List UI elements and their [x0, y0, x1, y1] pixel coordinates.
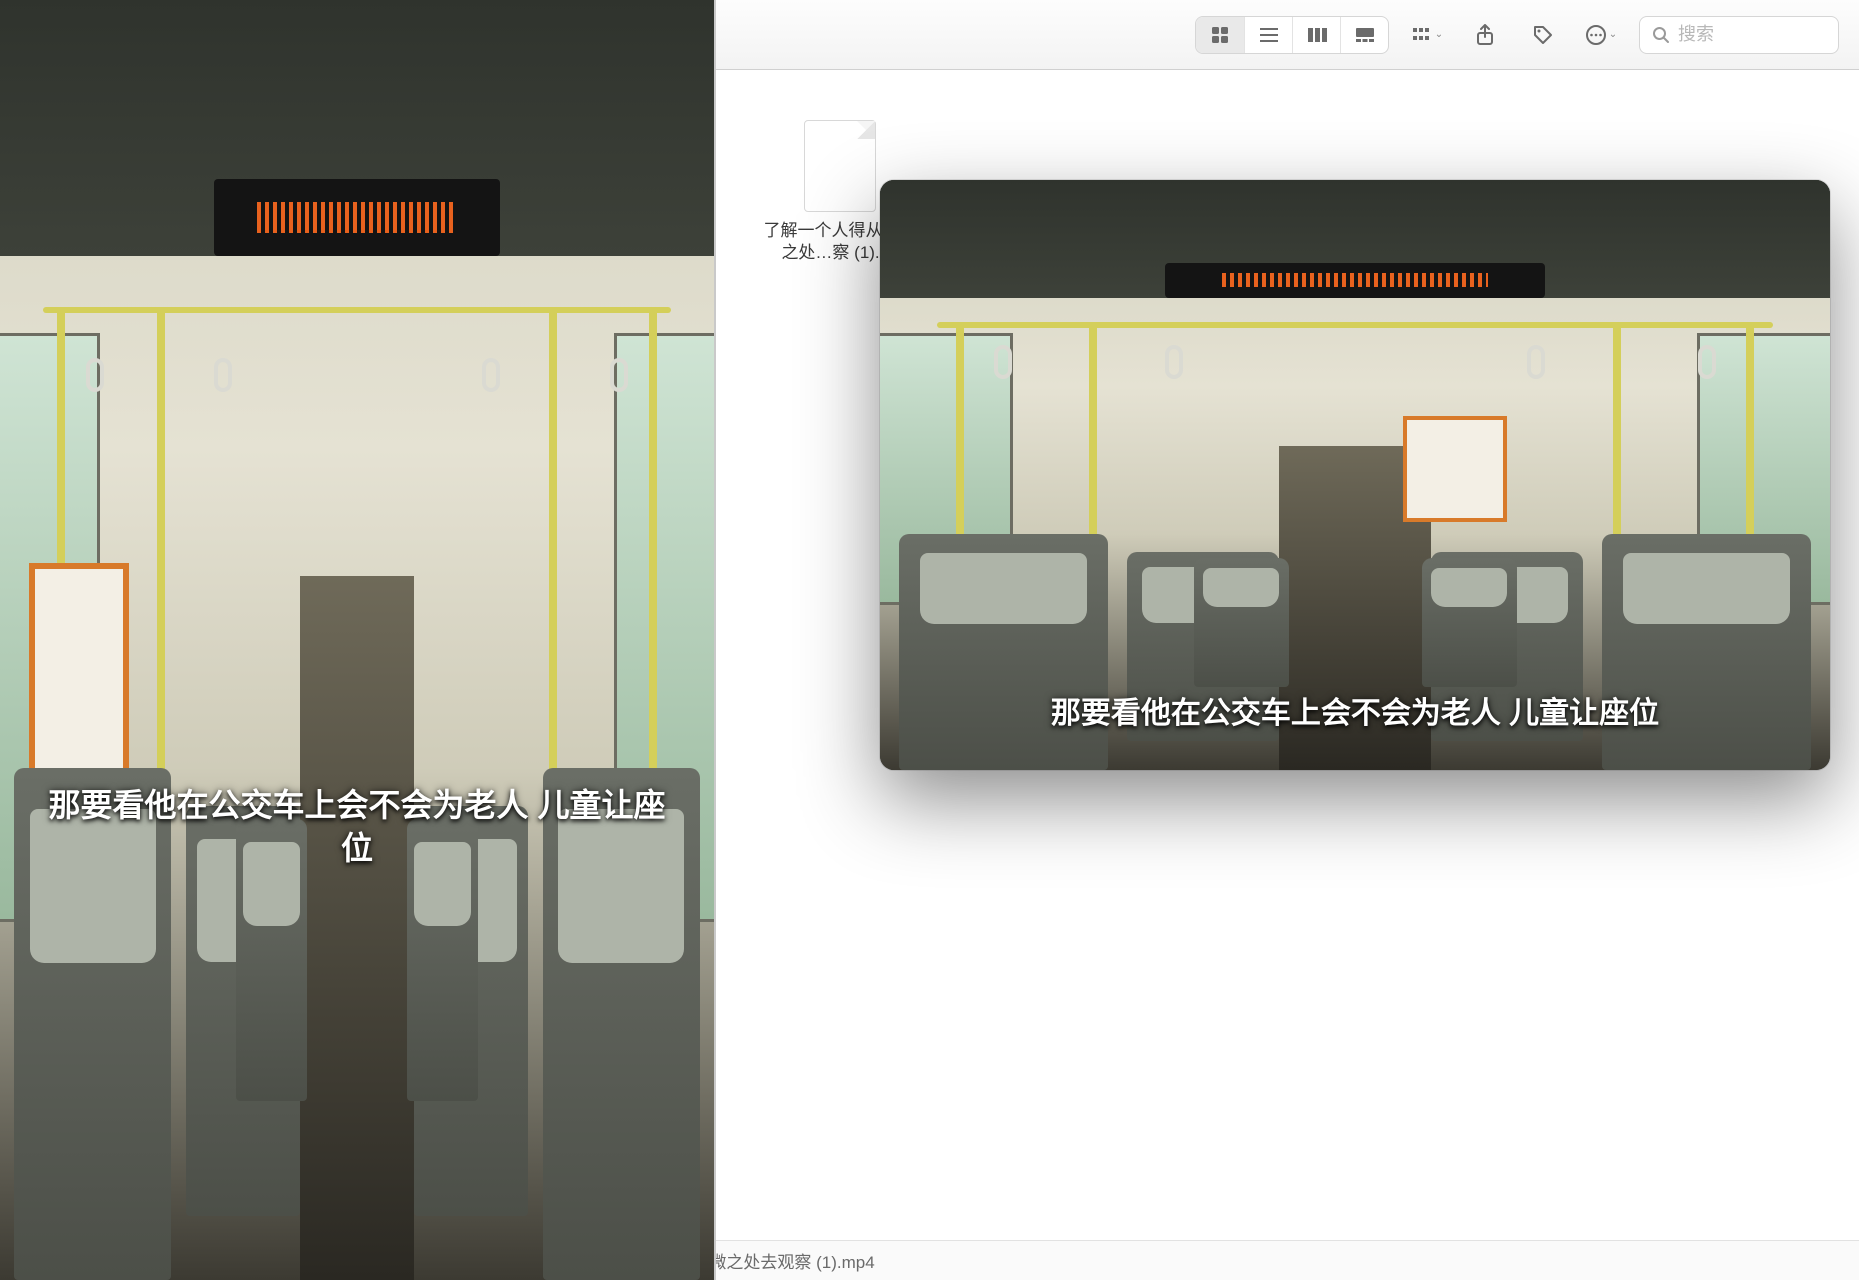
document-file-icon: [804, 120, 876, 212]
search-input[interactable]: [1678, 24, 1818, 45]
more-actions-icon: [1585, 24, 1607, 46]
tags-button[interactable]: [1523, 17, 1563, 53]
group-by-button[interactable]: ⌄: [1407, 17, 1447, 53]
share-icon: [1475, 24, 1495, 46]
view-list[interactable]: [1244, 17, 1292, 53]
bus-poster: [1403, 416, 1508, 522]
group-by-icon: [1411, 26, 1433, 44]
video-subtitle: 那要看他在公交车上会不会为老人 儿童让座位: [880, 694, 1830, 735]
view-gallery[interactable]: [1340, 17, 1388, 53]
video-frame-preview: 那要看他在公交车上会不会为老人 儿童让座位: [880, 180, 1830, 770]
video-player-window[interactable]: 那要看他在公交车上会不会为老人 儿童让座位: [0, 0, 716, 1280]
view-icon-grid[interactable]: [1196, 17, 1244, 53]
view-mode-group: [1195, 16, 1389, 54]
bus-led-sign: [214, 179, 500, 256]
search-field[interactable]: [1639, 16, 1839, 54]
chevron-down-icon: ⌄: [1609, 29, 1617, 40]
quicklook-window[interactable]: 那要看他在公交车上会不会为老人 儿童让座位: [880, 180, 1830, 770]
more-actions-button[interactable]: ⌄: [1581, 17, 1621, 53]
chevron-down-icon: ⌄: [1435, 29, 1443, 40]
gallery-icon: [1354, 26, 1376, 44]
tags-icon: [1532, 24, 1554, 46]
video-subtitle: 那要看他在公交车上会不会为老人 儿童让座位: [0, 784, 714, 870]
list-icon: [1258, 25, 1280, 45]
video-frame-main: 那要看他在公交车上会不会为老人 儿童让座位: [0, 0, 714, 1280]
view-columns[interactable]: [1292, 17, 1340, 53]
columns-icon: [1306, 26, 1328, 44]
search-icon: [1652, 26, 1670, 44]
bus-led-sign: [1165, 263, 1545, 298]
share-button[interactable]: [1465, 17, 1505, 53]
grid-icon: [1210, 25, 1230, 45]
